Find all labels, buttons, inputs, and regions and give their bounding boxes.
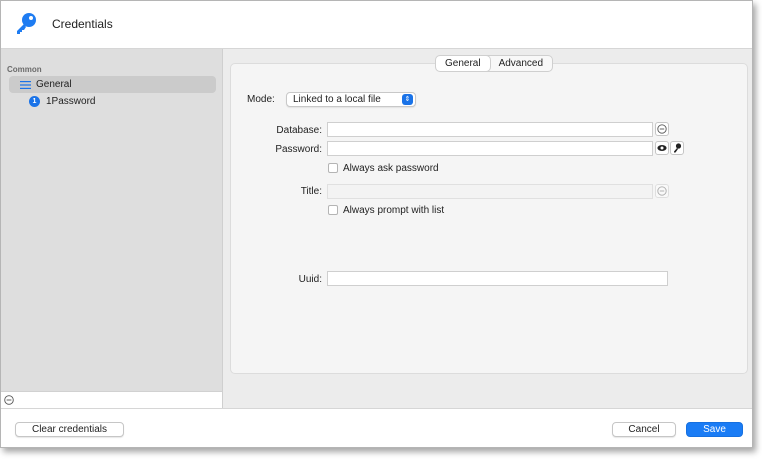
sidebar-item-general[interactable]: General [9,76,216,93]
save-button[interactable]: Save [686,422,743,437]
uuid-input[interactable] [328,272,667,285]
sidebar-section-common: Common [7,65,42,74]
clear-credentials-button[interactable]: Clear credentials [15,422,124,437]
password-input[interactable] [328,142,652,155]
title-field [327,184,653,199]
content-area: Mode: Linked to a local file ⇕ Database:… [224,49,752,408]
mode-select-value: Linked to a local file [293,94,381,105]
database-label: Database: [276,125,322,136]
sidebar-item-1password[interactable]: 1 1Password [9,93,216,110]
sidebar-item-label: General [36,79,72,90]
password-label: Password: [275,144,322,155]
1password-icon: 1 [29,96,40,107]
more-icon [657,186,667,196]
uuid-field[interactable] [327,271,668,286]
sidebar-footer [1,391,223,408]
title-input [328,185,652,198]
tab-bar: General Advanced [435,55,554,72]
always-ask-password-label: Always ask password [343,163,439,174]
always-ask-password-checkbox[interactable] [328,163,338,173]
key-icon [17,13,36,34]
always-prompt-list-checkbox[interactable] [328,205,338,215]
list-icon [20,80,31,89]
more-icon [657,124,667,134]
key-button[interactable] [670,141,684,155]
cancel-button[interactable]: Cancel [612,422,676,437]
title-bar: Credentials [1,1,752,49]
key-icon [673,143,681,153]
password-field[interactable] [327,141,653,156]
sidebar: Common General 1 1Password [1,49,223,391]
database-input[interactable] [328,123,652,136]
always-prompt-list-label: Always prompt with list [343,205,445,216]
sidebar-item-label: 1Password [46,96,96,107]
tab-advanced[interactable]: Advanced [490,56,552,71]
credentials-window: Credentials Common General 1 1Password M… [0,0,753,448]
remove-icon[interactable] [4,395,14,405]
title-label: Title: [300,186,322,197]
mode-select[interactable]: Linked to a local file ⇕ [286,92,416,107]
select-arrows-icon: ⇕ [402,94,413,105]
database-field[interactable] [327,122,653,137]
general-panel: Mode: Linked to a local file ⇕ Database:… [230,63,748,374]
eye-icon [657,145,667,151]
title-browse-button [655,184,669,198]
window-title: Credentials [52,17,113,31]
mode-label: Mode: [247,94,275,105]
uuid-label: Uuid: [298,274,322,285]
database-browse-button[interactable] [655,122,669,136]
tab-general[interactable]: General [436,56,490,71]
bottom-bar: Clear credentials Cancel Save [1,408,752,447]
show-password-button[interactable] [655,141,669,155]
